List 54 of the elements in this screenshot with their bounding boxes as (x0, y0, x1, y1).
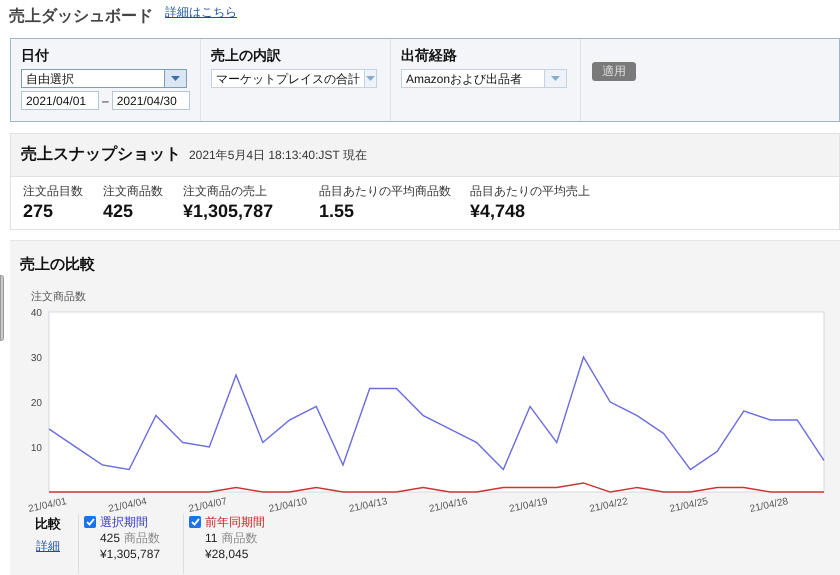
metric-label: 注文品目数 (23, 183, 84, 200)
x-tick-label: 21/04/04 (108, 496, 148, 514)
caret-icon (164, 70, 186, 87)
legend-sales: ¥28,045 (204, 546, 250, 562)
metric-value: ¥4,748 (470, 200, 526, 222)
date-field[interactable]: 2021/04/30 (112, 91, 190, 110)
comparison-title: 売上の比較 (20, 256, 95, 273)
metric-value: ¥1,305,787 (183, 200, 274, 222)
metric-label: 注文商品数 (103, 183, 164, 200)
filter-label: 売上の内訳 (211, 46, 282, 65)
page-title: 売上ダッシュボード (9, 6, 153, 27)
y-tick-label: 30 (30, 353, 42, 364)
dropdown[interactable]: 自由選択 (21, 69, 187, 88)
x-tick-label: 21/04/10 (268, 496, 308, 514)
date-field[interactable]: 2021/04/01 (21, 91, 99, 110)
x-tick-label: 21/04/28 (748, 496, 790, 514)
x-tick-label: 21/04/25 (668, 496, 710, 514)
details-link[interactable]: 詳細はこちら (165, 3, 237, 21)
filter-label: 日付 (21, 46, 50, 65)
y-tick-label: 10 (30, 443, 42, 454)
legend-checkbox[interactable] (189, 516, 201, 528)
dropdown[interactable]: Amazonおよび出品者 (401, 69, 567, 88)
legend-units-label: 商品数 (124, 530, 160, 546)
y-axis-title: 注文商品数 (31, 291, 86, 303)
metric-label: 注文商品の売上 (183, 183, 268, 200)
x-tick-label: 21/04/13 (348, 496, 388, 514)
metric-value: 425 (103, 200, 134, 222)
metric-value: 1.55 (319, 200, 356, 222)
x-tick-label: 21/04/07 (188, 496, 228, 514)
legend-units: 425 (100, 530, 120, 546)
filter-label: 出荷経路 (401, 46, 458, 65)
y-tick-label: 40 (30, 308, 42, 319)
legend-units-label: 商品数 (221, 530, 258, 546)
legend-title: 比較 (35, 515, 61, 533)
legend-series-name: 前年同期間 (205, 514, 265, 530)
metric-value: 275 (23, 200, 54, 222)
caret-icon (544, 70, 566, 87)
date-separator: – (102, 92, 109, 110)
legend-series-name: 選択期間 (100, 514, 148, 530)
metric-label: 品目あたりの平均商品数 (319, 183, 452, 200)
x-tick-label: 21/04/16 (428, 496, 469, 514)
snapshot-title: 売上スナップショット (21, 144, 181, 165)
dropdown[interactable]: マーケットプレイスの合計 (211, 69, 377, 88)
caret-icon (364, 70, 376, 87)
y-tick-label: 20 (30, 398, 42, 409)
details-link[interactable]: 詳細 (36, 536, 60, 554)
x-tick-label: 21/04/01 (27, 496, 68, 514)
snapshot-timestamp: 2021年5月4日 18:13:40:JST 現在 (189, 147, 367, 164)
metric-label: 品目あたりの平均売上 (470, 183, 591, 200)
x-tick-label: 21/04/19 (508, 496, 549, 514)
x-tick-label: 21/04/22 (588, 496, 629, 514)
legend-checkbox[interactable] (84, 516, 96, 528)
legend-units: 11 (205, 530, 218, 546)
legend-sales: ¥1,305,787 (99, 546, 162, 562)
